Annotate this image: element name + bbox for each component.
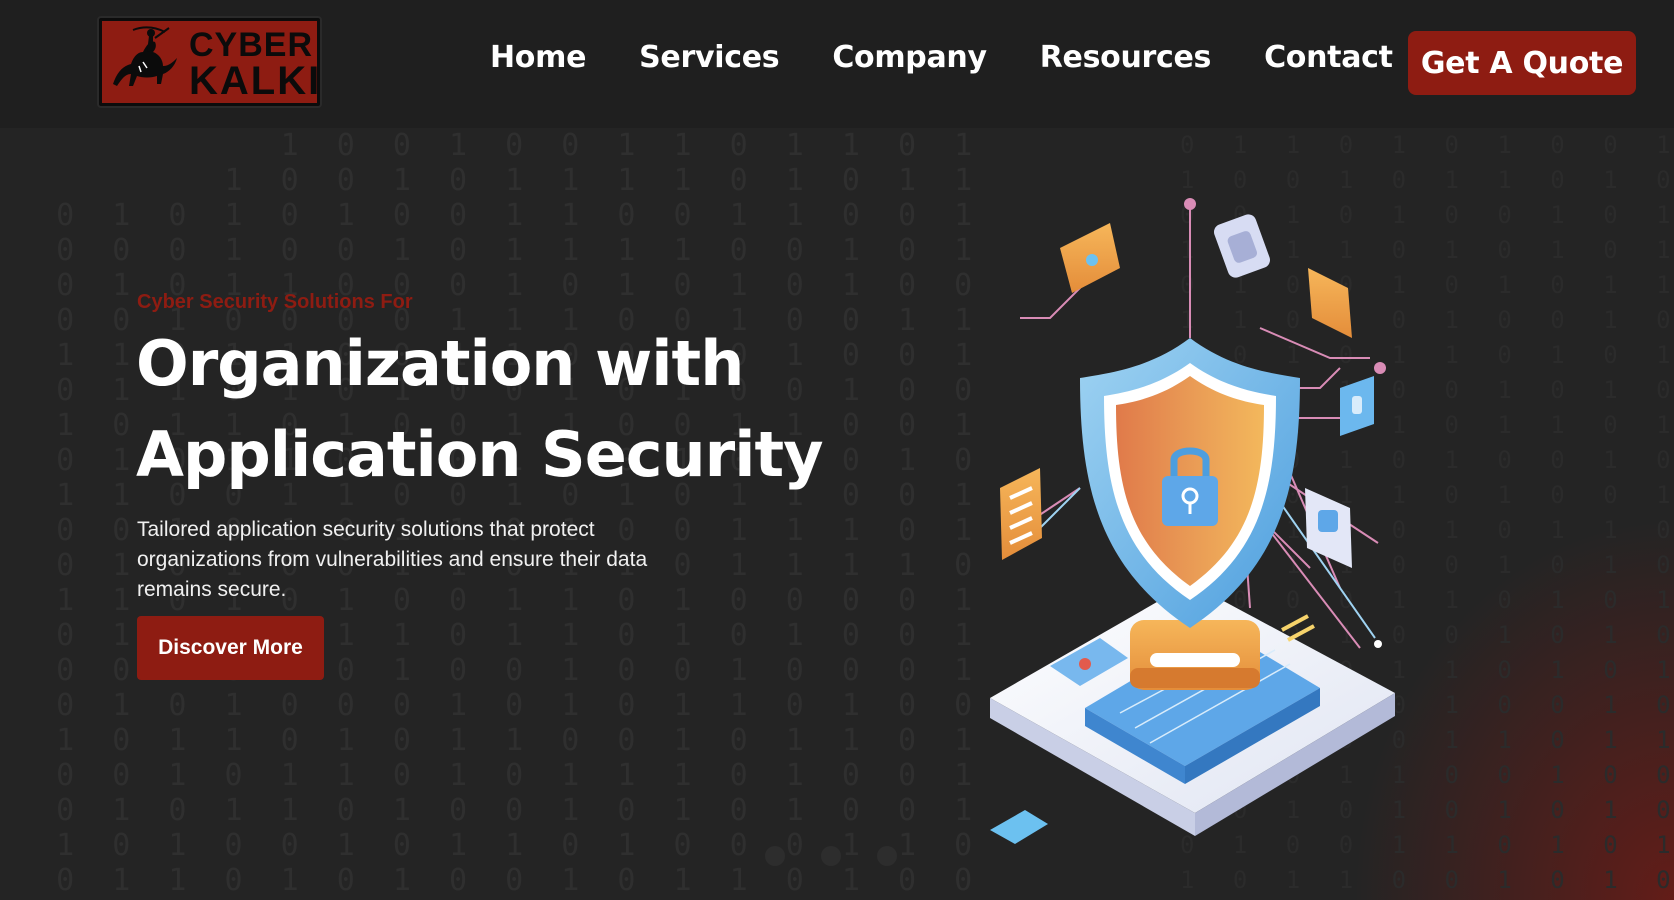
discover-more-button[interactable]: Discover More [137,616,324,680]
main-nav: Home Services Company Resources Contact [490,40,1446,75]
binary-code-background: 1 0 0 1 0 0 1 1 0 1 1 0 1 1 0 0 1 1 1 0 … [56,128,983,898]
site-header: CYBER KALKI Home Services Company Resour… [0,0,1674,128]
hero-description: Tailored application security solutions … [137,518,648,601]
logo-line-2: KALKI [189,59,322,103]
hero-eyebrow: Cyber Security Solutions For [137,291,413,313]
slider-dots [765,846,897,866]
headline-line-1: Organization with [136,327,744,400]
nav-item-contact[interactable]: Contact [1264,40,1393,75]
horse-rider-icon [103,22,183,102]
nav-item-services[interactable]: Services [639,40,779,75]
slider-dot-3[interactable] [877,846,897,866]
slider-dot-2[interactable] [821,846,841,866]
cyber-kalki-logo[interactable]: CYBER KALKI [97,16,322,108]
headline-line-2: Application Security [136,418,824,491]
nav-item-company[interactable]: Company [832,40,987,75]
logo-wordmark: CYBER KALKI [189,26,322,103]
hero-headline: Organization with Application Security [136,318,896,500]
hero-section: 1 0 0 1 0 0 1 1 0 1 1 0 1 1 0 0 1 1 1 0 … [0,128,1674,900]
nav-item-resources[interactable]: Resources [1040,40,1212,75]
nav-item-home[interactable]: Home [490,40,586,75]
slider-dot-1[interactable] [765,846,785,866]
get-a-quote-button[interactable]: Get A Quote [1408,31,1636,95]
security-shield-illustration [990,198,1395,844]
